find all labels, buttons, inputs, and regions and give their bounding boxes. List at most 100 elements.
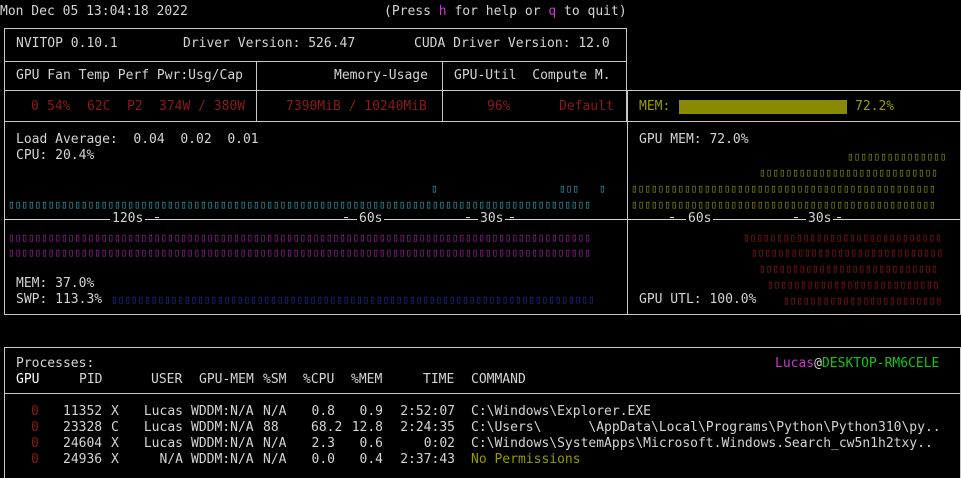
process-user: Lucas — [143, 420, 183, 435]
cpu-history-peak: ▯ — [599, 182, 606, 195]
process-cmd: C:\Users\ \AppData\Local\Programs\Python… — [471, 420, 941, 435]
process-gpumem: WDDM:N/A — [191, 404, 254, 419]
user-host: Lucas@DESKTOP-RM6CELE — [775, 356, 939, 372]
col-memory-header: Memory-Usage — [334, 68, 428, 83]
col-header-command: COMMAND — [471, 372, 526, 387]
process-type: X — [111, 452, 119, 467]
gpu-temp: 62C — [87, 99, 111, 114]
col-header-mem: %MEM — [351, 372, 383, 387]
mem-history-graph: ▯▯▯▯▯▯▯▯▯▯▯▯▯▯▯▯▯▯▯▯▯▯▯▯▯▯▯▯▯▯▯▯▯▯▯▯▯▯▯▯… — [8, 231, 591, 244]
help-key[interactable]: h — [439, 4, 447, 19]
process-pid: 24936 — [63, 452, 103, 467]
cpu-history-graph: ▯▯▯▯▯▯▯▯▯▯▯▯▯▯▯▯▯▯▯▯▯▯▯▯▯▯▯▯▯▯▯▯▯▯▯▯▯▯▯▯… — [8, 198, 591, 211]
gpu-perf: P2 — [127, 99, 143, 114]
process-sm: N/A — [263, 436, 287, 451]
axis-tick: ╶ — [790, 211, 798, 226]
mem-usage: MEM: 37.0% — [16, 276, 95, 291]
axis-tick: ╶ — [462, 211, 470, 226]
process-cpu: 68.2 — [311, 420, 343, 435]
process-gpumem: WDDM:N/A — [191, 420, 254, 435]
process-user: N/A — [159, 452, 183, 467]
process-pid: 11352 — [63, 404, 103, 419]
gpu-mem-history-graph: ▯▯▯▯▯▯▯▯▯▯▯▯▯▯▯▯▯▯▯▯▯▯▯▯▯▯▯▯▯▯▯▯▯▯▯▯▯▯▯▯… — [631, 182, 936, 195]
process-cpu: 0.8 — [311, 404, 335, 419]
user-name: Lucas — [775, 356, 815, 371]
driver-version: Driver Version: 526.47 — [183, 36, 356, 51]
col-header-cpu: %CPU — [303, 372, 335, 387]
col-header-time: TIME — [423, 372, 455, 387]
process-cmd: C:\Windows\SystemApps\Microsoft.Windows.… — [471, 436, 933, 451]
mem-bar-percent: 72.2% — [855, 99, 895, 114]
process-time: 2:52:07 — [400, 404, 455, 419]
process-cmd: C:\Windows\Explorer.EXE — [471, 404, 652, 419]
gpu-util-history-label: GPU UTL: 100.0% — [639, 292, 757, 308]
gpu-mem-history-graph: ▯▯▯▯▯▯▯▯▯▯▯▯▯▯▯ — [847, 150, 947, 163]
gpu-axis-30s: 30s — [806, 211, 834, 227]
process-pid: 24604 — [63, 436, 103, 451]
mem-history-graph: ▯▯▯▯▯▯▯▯▯▯▯▯▯▯▯▯▯▯▯▯▯▯▯▯▯▯▯▯▯▯▯▯▯▯▯▯▯▯▯▯… — [8, 246, 591, 259]
help-suffix: to quit) — [556, 4, 627, 19]
process-gpu: 0 — [31, 452, 39, 467]
process-gpu: 0 — [31, 436, 39, 451]
process-time: 2:24:35 — [400, 420, 455, 435]
axis-tick: ╴ — [837, 211, 845, 226]
axis-tick: ╶ — [340, 211, 348, 226]
gpu-util-history-graph: ▯▯▯▯▯▯▯▯▯▯▯▯▯▯▯▯▯▯▯▯▯▯▯▯▯▯▯▯▯▯ — [743, 231, 942, 244]
process-sm: 88 — [263, 420, 279, 435]
load-average: Load Average: 0.04 0.02 0.01 — [16, 132, 259, 147]
process-mem: 0.4 — [359, 452, 383, 467]
axis-30s: 30s — [478, 211, 506, 227]
help-mid: for help or — [446, 4, 549, 19]
gpu-util: 96% — [487, 99, 511, 114]
gpu-power: 374W / 380W — [159, 99, 246, 114]
mem-bar-fill — [679, 100, 848, 114]
gpu-axis-60s: 60s — [686, 211, 714, 227]
processes-title: Processes: — [16, 356, 95, 371]
process-pid: 23328 — [63, 420, 103, 435]
gpu-mem-history-label: GPU MEM: 72.0% — [639, 132, 749, 147]
datetime: Mon Dec 05 13:04:18 2022 — [0, 4, 188, 19]
process-time: 0:02 — [423, 436, 455, 451]
cpu-usage: CPU: 20.4% — [16, 148, 95, 163]
process-cpu: 0.0 — [311, 452, 335, 467]
process-mem: 0.9 — [359, 404, 383, 419]
col-header-sm: %SM — [263, 372, 287, 387]
process-mem: 0.6 — [359, 436, 383, 451]
process-cpu: 2.3 — [311, 436, 335, 451]
cpu-history-peak: ▯▯▯ — [559, 182, 579, 195]
axis-tick: ╴ — [155, 211, 163, 226]
at-sign: @ — [814, 356, 822, 371]
col-header-gpu-mem: GPU-MEM — [199, 372, 254, 387]
host-panel — [4, 121, 628, 315]
process-gpumem: WDDM:N/A — [191, 436, 254, 451]
gpu-fan: 54% — [47, 99, 71, 114]
axis-tick: ╴ — [670, 211, 678, 226]
mem-bar-label: MEM: — [639, 99, 671, 114]
cuda-version: CUDA Driver Version: 12.0 — [414, 36, 610, 51]
gpu-memory-usage: 7390MiB / 10240MiB — [286, 99, 427, 114]
process-time: 2:37:43 — [400, 452, 455, 467]
process-sm: N/A — [263, 452, 287, 467]
host-name: DESKTOP-RM6CELE — [821, 356, 940, 371]
gpu-util-history-graph: ▯▯▯▯▯▯▯▯▯▯▯▯▯▯▯▯▯▯▯▯▯▯▯▯▯▯▯ — [759, 262, 938, 275]
cpu-history-peak: ▯ — [431, 182, 438, 195]
process-mem: 12.8 — [351, 420, 383, 435]
process-user: Lucas — [143, 436, 183, 451]
process-type: X — [111, 404, 119, 419]
app-version: NVITOP 0.10.1 — [16, 36, 118, 51]
axis-tick: ╴ — [510, 211, 518, 226]
process-type: X — [111, 436, 119, 451]
axis-60s: 60s — [357, 211, 385, 227]
process-cmd: No Permissions — [471, 452, 581, 467]
col-header-pid: PID — [79, 372, 103, 387]
process-gpu: 0 — [31, 404, 39, 419]
process-gpu: 0 — [31, 420, 39, 435]
gpu-mem-history-graph: ▯▯▯▯▯▯▯▯▯▯▯▯▯▯▯▯▯▯▯▯▯▯▯▯▯▯▯ — [759, 166, 938, 179]
gpu-util-history-graph: ▯▯▯▯▯▯▯▯▯▯▯▯▯▯▯▯▯▯▯▯▯▯▯▯▯▯ — [767, 278, 940, 291]
process-user: Lucas — [143, 404, 183, 419]
col-util-header: GPU-Util Compute M. — [454, 68, 611, 83]
col-gpu-header: GPU Fan Temp Perf Pwr:Usg/Cap — [16, 68, 243, 83]
swap-usage: SWP: 113.3% — [16, 292, 103, 307]
process-sm: N/A — [263, 404, 287, 419]
process-type: C — [111, 420, 119, 435]
